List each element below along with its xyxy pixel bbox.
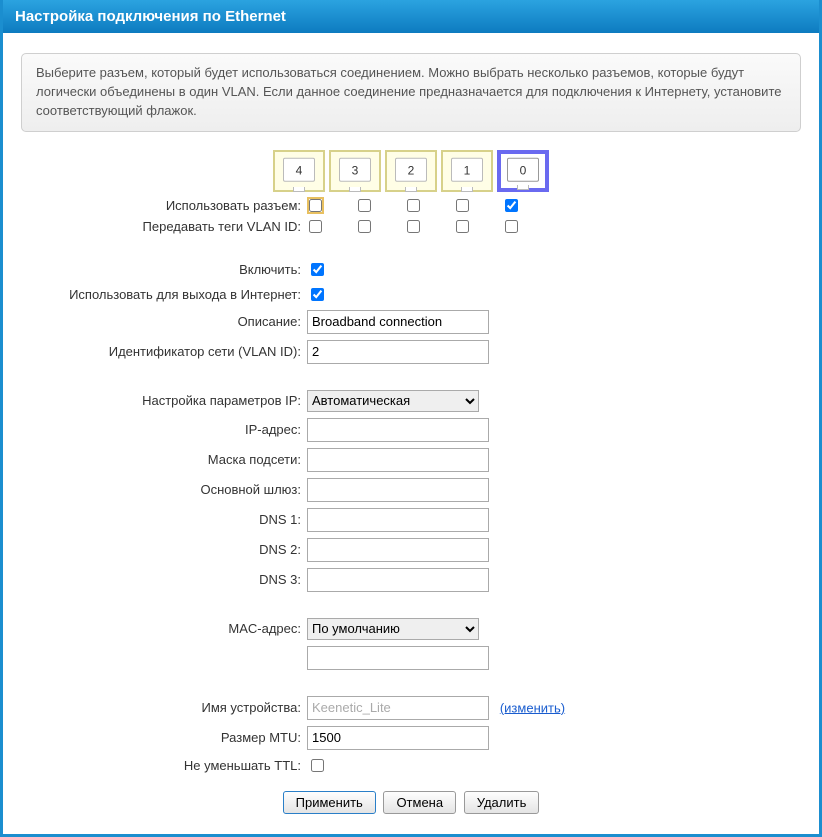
label-dns3: DNS 3:: [21, 572, 301, 587]
description-input[interactable]: [307, 310, 489, 334]
label-vlan-tags: Передавать теги VLAN ID:: [21, 219, 301, 234]
label-device-name: Имя устройства:: [21, 700, 301, 715]
port-4[interactable]: 4: [273, 150, 325, 192]
use-internet-checkbox[interactable]: [311, 288, 324, 301]
info-text: Выберите разъем, который будет использов…: [21, 53, 801, 132]
ip-settings-select[interactable]: Автоматическая: [307, 390, 479, 412]
cancel-button[interactable]: Отмена: [383, 791, 456, 814]
label-ip-settings: Настройка параметров IP:: [21, 393, 301, 408]
label-gateway: Основной шлюз:: [21, 482, 301, 497]
use-port-4-checkbox[interactable]: [309, 199, 322, 212]
label-mask: Маска подсети:: [21, 452, 301, 467]
port-2[interactable]: 2: [385, 150, 437, 192]
port-3[interactable]: 3: [329, 150, 381, 192]
vlan-id-input[interactable]: [307, 340, 489, 364]
vlan-tag-0-checkbox[interactable]: [505, 220, 518, 233]
mac-custom-input[interactable]: [307, 646, 489, 670]
device-name-input: [307, 696, 489, 720]
dns3-input[interactable]: [307, 568, 489, 592]
label-ttl: Не уменьшать TTL:: [21, 758, 301, 773]
gateway-input[interactable]: [307, 478, 489, 502]
label-dns2: DNS 2:: [21, 542, 301, 557]
apply-button[interactable]: Применить: [283, 791, 376, 814]
dns1-input[interactable]: [307, 508, 489, 532]
use-port-checkbox-row: [307, 199, 801, 212]
use-port-3-checkbox[interactable]: [358, 199, 371, 212]
change-link[interactable]: (изменить): [500, 700, 565, 715]
ip-input[interactable]: [307, 418, 489, 442]
use-port-0-checkbox[interactable]: [505, 199, 518, 212]
label-ip: IP-адрес:: [21, 422, 301, 437]
vlan-tags-checkbox-row: [307, 220, 801, 233]
enable-checkbox[interactable]: [311, 263, 324, 276]
window: Настройка подключения по Ethernet Выбери…: [0, 0, 822, 837]
label-dns1: DNS 1:: [21, 512, 301, 527]
label-use-port: Использовать разъем:: [21, 198, 301, 213]
vlan-tag-2-checkbox[interactable]: [407, 220, 420, 233]
dns2-input[interactable]: [307, 538, 489, 562]
label-mtu: Размер MTU:: [21, 730, 301, 745]
vlan-tag-1-checkbox[interactable]: [456, 220, 469, 233]
port-0[interactable]: 0: [497, 150, 549, 192]
content-area: Выберите разъем, который будет использов…: [3, 33, 819, 834]
use-port-2-checkbox[interactable]: [407, 199, 420, 212]
ttl-checkbox[interactable]: [311, 759, 324, 772]
mac-select[interactable]: По умолчанию: [307, 618, 479, 640]
mtu-input[interactable]: [307, 726, 489, 750]
label-enable: Включить:: [21, 262, 301, 277]
label-mac: MAC-адрес:: [21, 621, 301, 636]
delete-button[interactable]: Удалить: [464, 791, 540, 814]
port-1[interactable]: 1: [441, 150, 493, 192]
port-selector: 4 3 2 1 0: [21, 150, 801, 192]
vlan-tag-3-checkbox[interactable]: [358, 220, 371, 233]
label-use-internet: Использовать для выхода в Интернет:: [21, 287, 301, 302]
mask-input[interactable]: [307, 448, 489, 472]
use-port-1-checkbox[interactable]: [456, 199, 469, 212]
vlan-tag-4-checkbox[interactable]: [309, 220, 322, 233]
label-description: Описание:: [21, 314, 301, 329]
window-title: Настройка подключения по Ethernet: [3, 0, 819, 33]
label-vlan-id: Идентификатор сети (VLAN ID):: [21, 344, 301, 359]
